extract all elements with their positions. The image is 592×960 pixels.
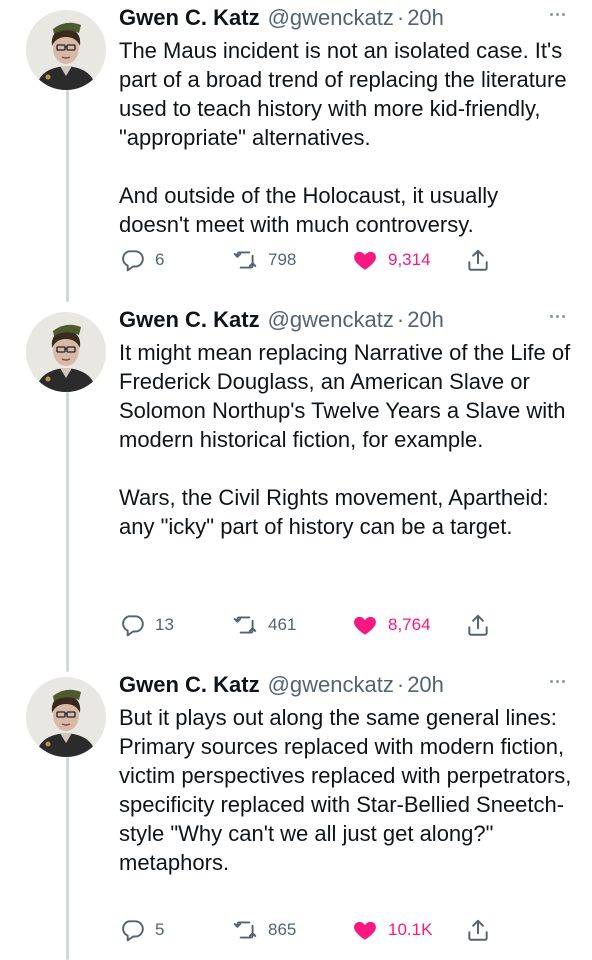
reply-icon	[122, 250, 144, 272]
tweet-timestamp[interactable]: 20h	[407, 0, 444, 36]
reply-count: 6	[155, 250, 165, 269]
retweet-count: 798	[268, 250, 297, 269]
more-icon[interactable]	[542, 671, 572, 691]
tweet-actions: 5 865 10.1K	[119, 915, 572, 945]
like-count: 9,314	[388, 250, 431, 269]
tweet-header: Gwen C. Katz @gwenckatz · 20h	[119, 0, 572, 36]
tweet-text: The Maus incident is not an isolated cas…	[119, 36, 572, 239]
retweet-button[interactable]: 461	[232, 610, 296, 640]
tweet-timestamp[interactable]: 20h	[407, 302, 444, 338]
retweet-icon	[233, 251, 257, 269]
avatar-image	[26, 677, 106, 757]
share-icon	[468, 919, 488, 941]
share-button[interactable]	[465, 610, 491, 640]
tweet-paragraph: But it plays out along the same general …	[119, 705, 572, 875]
author-name[interactable]: Gwen C. Katz	[119, 302, 260, 338]
avatar-image	[26, 312, 106, 392]
tweet[interactable]: Gwen C. Katz @gwenckatz · 20h The Maus i…	[0, 0, 592, 290]
tweet[interactable]: Gwen C. Katz @gwenckatz · 20h It might m…	[0, 302, 592, 662]
retweet-count: 461	[268, 615, 297, 634]
retweet-icon	[233, 616, 257, 634]
heart-icon	[354, 616, 376, 635]
reply-count: 5	[155, 920, 165, 939]
tweet-paragraph: Wars, the Civil Rights movement, Aparthe…	[119, 485, 549, 539]
separator-dot: ·	[396, 672, 405, 697]
like-button[interactable]: 8,764	[352, 610, 431, 640]
share-icon	[468, 614, 488, 636]
retweet-count: 865	[268, 920, 297, 939]
share-button[interactable]	[465, 245, 491, 275]
separator-dot: ·	[396, 307, 405, 332]
avatar[interactable]	[26, 677, 106, 757]
avatar-image	[26, 10, 106, 90]
tweet-content: Gwen C. Katz @gwenckatz · 20h The Maus i…	[119, 0, 572, 272]
tweet-text: It might mean replacing Narrative of the…	[119, 338, 572, 541]
avatar[interactable]	[26, 10, 106, 90]
like-count: 8,764	[388, 615, 431, 634]
tweet[interactable]: Gwen C. Katz @gwenckatz · 20h But it pla…	[0, 667, 592, 960]
tweet-paragraph: The Maus incident is not an isolated cas…	[119, 38, 567, 150]
author-handle[interactable]: @gwenckatz	[268, 0, 394, 36]
author-handle[interactable]: @gwenckatz	[268, 302, 394, 338]
tweet-header: Gwen C. Katz @gwenckatz · 20h	[119, 302, 572, 338]
separator-dot: ·	[396, 5, 405, 30]
more-icon[interactable]	[542, 4, 572, 24]
tweet-actions: 6 798 9,314	[119, 245, 572, 275]
retweet-button[interactable]: 865	[232, 915, 296, 945]
reply-count: 13	[155, 615, 174, 634]
tweet-timestamp[interactable]: 20h	[407, 667, 444, 703]
like-button[interactable]: 9,314	[352, 245, 431, 275]
tweet-header: Gwen C. Katz @gwenckatz · 20h	[119, 667, 572, 703]
share-button[interactable]	[465, 915, 491, 945]
reply-button[interactable]: 5	[119, 915, 164, 945]
tweet-paragraph: It might mean replacing Narrative of the…	[119, 340, 571, 452]
heart-icon	[354, 921, 376, 940]
heart-icon	[354, 251, 376, 270]
author-name[interactable]: Gwen C. Katz	[119, 667, 260, 703]
more-icon[interactable]	[542, 306, 572, 326]
tweet-paragraph: And outside of the Holocaust, it usually…	[119, 183, 499, 237]
tweet-actions: 13 461 8,764	[119, 610, 572, 640]
reply-icon	[122, 920, 144, 942]
like-count: 10.1K	[388, 920, 433, 939]
tweet-content: Gwen C. Katz @gwenckatz · 20h But it pla…	[119, 667, 572, 942]
author-name[interactable]: Gwen C. Katz	[119, 0, 260, 36]
retweet-icon	[233, 921, 257, 939]
like-button[interactable]: 10.1K	[352, 915, 432, 945]
author-handle[interactable]: @gwenckatz	[268, 667, 394, 703]
tweet-content: Gwen C. Katz @gwenckatz · 20h It might m…	[119, 302, 572, 637]
reply-icon	[122, 615, 144, 637]
retweet-button[interactable]: 798	[232, 245, 296, 275]
share-icon	[468, 249, 488, 271]
tweet-text: But it plays out along the same general …	[119, 703, 572, 877]
reply-button[interactable]: 6	[119, 245, 164, 275]
avatar[interactable]	[26, 312, 106, 392]
reply-button[interactable]: 13	[119, 610, 174, 640]
